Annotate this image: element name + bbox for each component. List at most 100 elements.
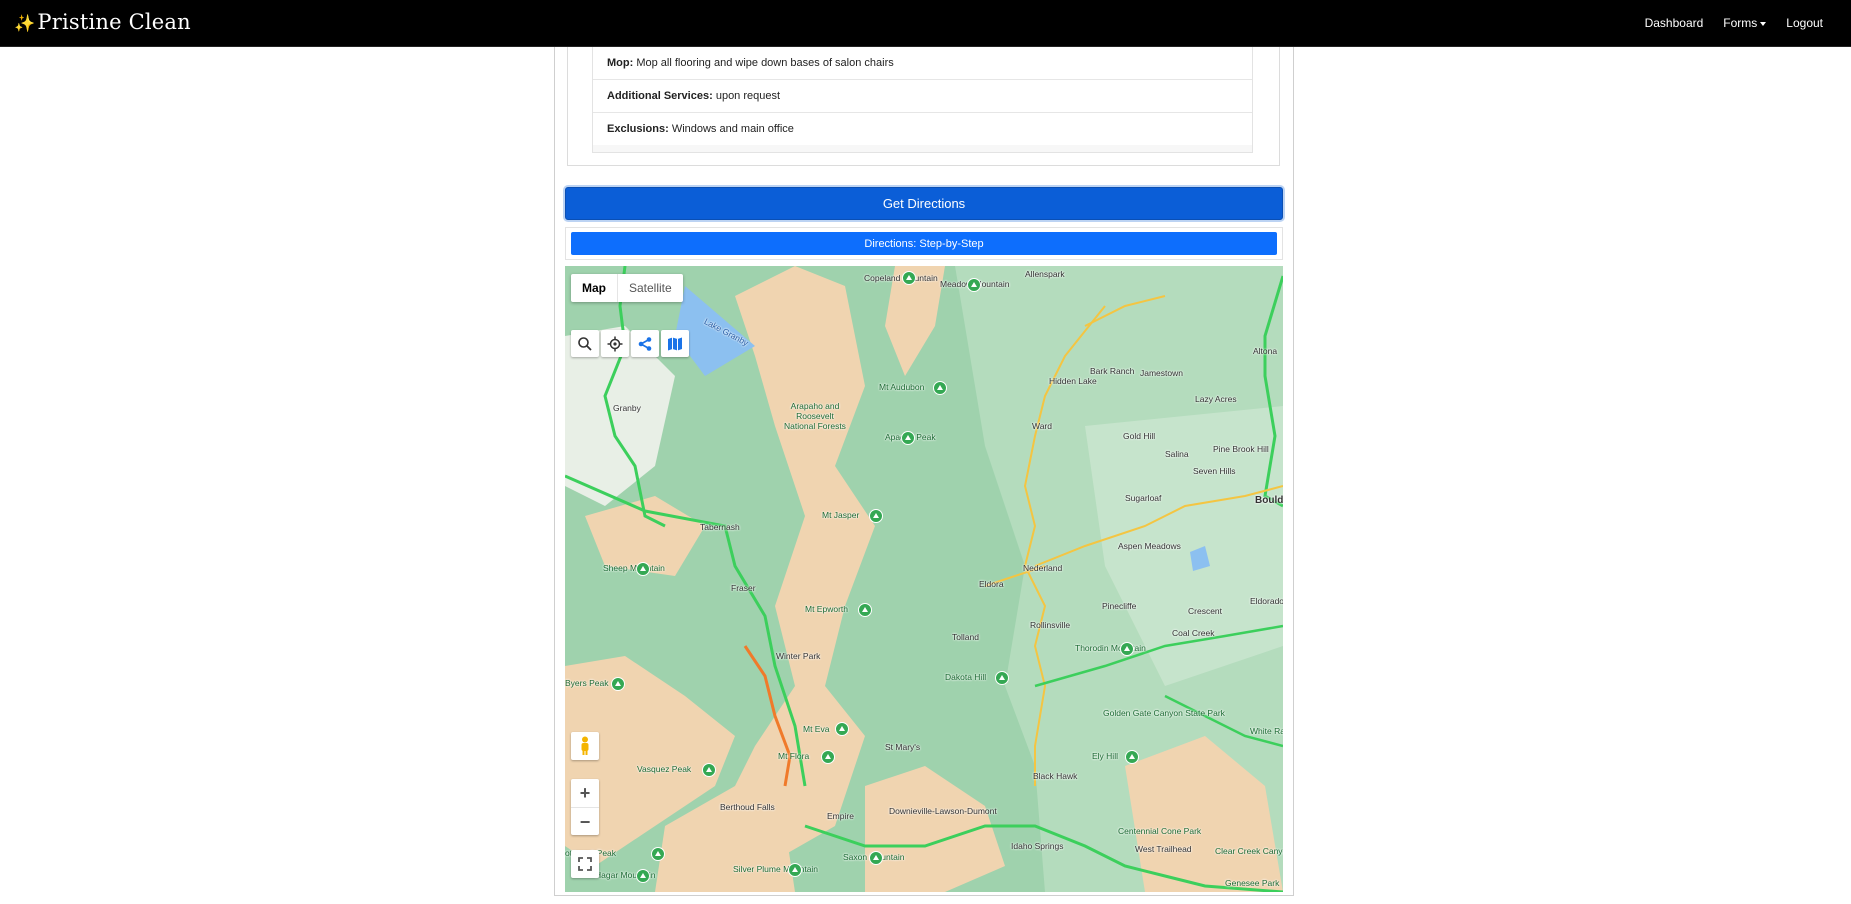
item-value: upon request <box>715 90 781 102</box>
mountain-pin-icon[interactable] <box>651 847 665 861</box>
mountain-pin-icon[interactable] <box>788 863 802 877</box>
map-label: Altona <box>1253 346 1278 356</box>
map-type-map-button[interactable]: Map <box>571 274 618 302</box>
caret-down-icon <box>1760 21 1767 26</box>
brand-logo[interactable]: ✨Pristine Clean <box>14 10 191 34</box>
step-by-step-button[interactable]: Directions: Step-by-Step <box>571 232 1277 255</box>
map-label: Eldorado Springs <box>1250 596 1283 606</box>
search-icon[interactable] <box>571 330 599 357</box>
map-toolbar <box>571 330 689 357</box>
mountain-pin-icon[interactable] <box>902 271 916 285</box>
map-label: Nederland <box>1023 563 1063 573</box>
map-terrain <box>565 266 1283 892</box>
map-label: St Mary's <box>885 742 921 752</box>
map-label: Dakota Hill <box>945 672 987 682</box>
nav-forms-dropdown[interactable]: Forms <box>1723 16 1767 30</box>
map-label: Ely Hill <box>1092 751 1118 761</box>
item-value: Windows and main office <box>671 123 794 135</box>
mountain-pin-icon[interactable] <box>611 677 625 691</box>
nav-forms-label: Forms <box>1723 16 1758 30</box>
list-item: Additional Services: upon request <box>593 80 1252 113</box>
job-detail-card: Mop: Mop all flooring and wipe down base… <box>554 47 1294 896</box>
map-label: Copeland Mountain <box>864 273 938 283</box>
mountain-pin-icon[interactable] <box>636 562 650 576</box>
share-icon[interactable] <box>631 330 659 357</box>
map-label: Winter Park <box>776 651 821 661</box>
item-label: Additional Services: <box>607 90 713 102</box>
map-layers-icon[interactable] <box>661 330 689 357</box>
map-label: Sheep Mountain <box>603 563 665 573</box>
nav-dashboard-link[interactable]: Dashboard <box>1645 16 1704 30</box>
map-label: Empire <box>827 811 854 821</box>
map-label: Seven Hills <box>1193 466 1236 476</box>
map-view[interactable]: Copeland Mountain Meadow Mountain Allens… <box>565 266 1283 892</box>
mountain-pin-icon[interactable] <box>901 431 915 445</box>
map-label: Allenspark <box>1025 269 1065 279</box>
mountain-pin-icon[interactable] <box>1125 750 1139 764</box>
scope-list: Mop: Mop all flooring and wipe down base… <box>592 47 1253 153</box>
mountain-pin-icon[interactable] <box>821 750 835 764</box>
item-label: Mop: <box>607 57 634 69</box>
map-label: Mt Epworth <box>805 604 848 614</box>
mountain-pin-icon[interactable] <box>636 869 650 883</box>
item-value: Mop all flooring and wipe down bases of … <box>636 57 894 69</box>
locate-icon[interactable] <box>601 330 629 357</box>
map-label: West Trailhead <box>1135 844 1192 854</box>
map-label: Gold Hill <box>1123 431 1156 441</box>
list-item: Exclusions: Windows and main office <box>593 113 1252 145</box>
map-label: Idaho Springs <box>1011 841 1064 851</box>
mountain-pin-icon[interactable] <box>1120 642 1134 656</box>
map-label: Byers Peak <box>565 678 609 688</box>
map-label: Pine Brook Hill <box>1213 444 1269 454</box>
fullscreen-icon[interactable] <box>571 850 599 878</box>
map-label: Mt Jasper <box>822 510 860 520</box>
mountain-pin-icon[interactable] <box>967 278 981 292</box>
list-item: Mop: Mop all flooring and wipe down base… <box>593 47 1252 80</box>
sparkles-icon: ✨ <box>14 14 36 34</box>
get-directions-button[interactable]: Get Directions <box>565 187 1283 220</box>
map-label: Centennial Cone Park <box>1118 826 1202 836</box>
top-navbar: ✨Pristine Clean Dashboard Forms Logout <box>0 0 1851 47</box>
map-label: Genesee Park <box>1225 878 1280 888</box>
map-label: Thorodin Mountain <box>1075 643 1146 653</box>
map-label: Mt Audubon <box>879 382 925 392</box>
map-label: Mt Eva <box>803 724 830 734</box>
map-label: Aspen Meadows <box>1118 541 1181 551</box>
nav-logout-link[interactable]: Logout <box>1786 16 1823 30</box>
map-label: Golden Gate Canyon State Park <box>1103 708 1225 718</box>
item-label: Exclusions: <box>607 123 669 135</box>
map-label: Vasquez Peak <box>637 764 692 774</box>
scope-card: Mop: Mop all flooring and wipe down base… <box>567 47 1280 166</box>
map-label: Bark Ranch <box>1090 366 1135 376</box>
zoom-in-button[interactable]: + <box>571 779 599 808</box>
mountain-pin-icon[interactable] <box>995 671 1009 685</box>
map-label: Ward <box>1032 421 1052 431</box>
map-label: Downieville-Lawson-Dumont <box>889 806 997 816</box>
map-type-satellite-button[interactable]: Satellite <box>618 274 683 302</box>
map-type-control: Map Satellite <box>571 274 683 302</box>
mountain-pin-icon[interactable] <box>933 381 947 395</box>
street-view-pegman-icon[interactable] <box>571 732 599 760</box>
brand-name: Pristine Clean <box>37 10 191 34</box>
map-label: Bould <box>1255 495 1283 506</box>
mountain-pin-icon[interactable] <box>835 722 849 736</box>
nav-links: Dashboard Forms Logout <box>1645 16 1823 30</box>
zoom-out-button[interactable]: − <box>571 808 599 836</box>
map-label: Pinecliffe <box>1102 601 1137 611</box>
mountain-pin-icon[interactable] <box>869 509 883 523</box>
map-label: White Ranch Park <box>1250 726 1283 736</box>
map-label: Rollinsville <box>1030 620 1071 630</box>
map-label: Mt Flora <box>778 751 810 761</box>
mountain-pin-icon[interactable] <box>858 603 872 617</box>
map-label: Tolland <box>952 632 979 642</box>
map-label: Salina <box>1165 449 1189 459</box>
mountain-pin-icon[interactable] <box>869 851 883 865</box>
map-label: Crescent <box>1188 606 1223 616</box>
map-label: Coal Creek <box>1172 628 1215 638</box>
mountain-pin-icon[interactable] <box>702 763 716 777</box>
step-by-step-wrapper: Directions: Step-by-Step <box>565 227 1283 260</box>
map-label: Granby <box>613 403 641 413</box>
map-label: Jamestown <box>1140 368 1183 378</box>
map-label: Fraser <box>731 583 756 593</box>
map-label: Silver Plume Mountain <box>733 864 819 874</box>
